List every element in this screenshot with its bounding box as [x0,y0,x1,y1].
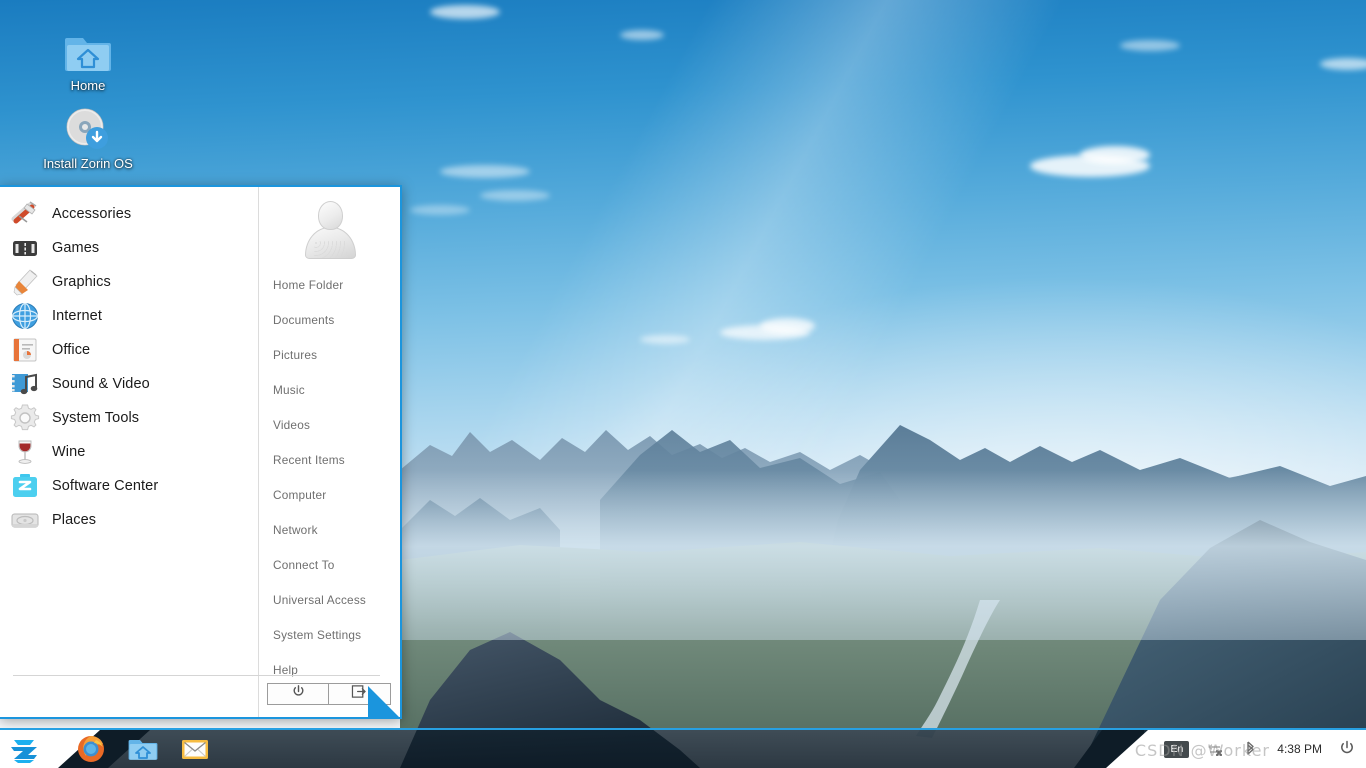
menu-category-internet[interactable]: Internet [0,299,258,333]
place-label: Home Folder [273,277,344,292]
menu-category-label: Wine [52,444,86,460]
menu-category-label: Graphics [52,274,111,290]
gear-icon [10,403,40,433]
place-label: Universal Access [273,592,367,607]
place-item-videos[interactable]: Videos [259,407,400,442]
desktop-icon-install-zorin[interactable]: Install Zorin OS [33,100,143,171]
install-disc-icon [33,100,143,152]
menu-category-office[interactable]: Office [0,333,258,367]
place-label: Videos [273,417,311,432]
zorin-software-icon [10,471,40,501]
place-item-pictures[interactable]: Pictures [259,337,400,372]
zorin-logo-icon [8,738,40,764]
menu-category-label: Software Center [52,478,159,494]
menu-category-wine[interactable]: Wine [0,435,258,469]
swiss-army-knife-icon [10,199,40,229]
place-label: System Settings [273,627,362,642]
menu-category-label: Office [52,342,91,358]
menu-category-label: Internet [52,308,102,324]
launcher-firefox[interactable] [76,734,106,764]
place-item-music[interactable]: Music [259,372,400,407]
home-folder-icon [33,22,143,74]
menu-category-label: Sound & Video [52,376,150,392]
place-label: Music [273,382,305,397]
menu-category-sound-video[interactable]: Sound & Video [0,367,258,401]
taskbar: En 4:38 PM [0,728,1366,768]
menu-category-system-tools[interactable]: System Tools [0,401,258,435]
place-item-connect-to[interactable]: Connect To [259,547,400,582]
launcher-file-manager[interactable] [128,734,158,764]
power-tray-icon[interactable] [1338,739,1358,759]
start-menu-places: Home Folder Documents Pictures Music Vid… [13,187,400,717]
desktop-icon-label: Home [70,78,106,93]
hard-drive-icon [10,505,40,535]
menu-category-places[interactable]: Places [0,503,258,537]
place-item-computer[interactable]: Computer [259,477,400,512]
wine-glass-icon [10,437,40,467]
desktop-icon-home[interactable]: Home [33,22,143,93]
place-label: Computer [273,487,327,502]
menu-category-games[interactable]: Games [0,231,258,265]
desktop-icon-label: Install Zorin OS [43,156,133,171]
menu-category-software-center[interactable]: Software Center [0,469,258,503]
film-music-icon [10,369,40,399]
place-label: Connect To [273,557,335,572]
clock[interactable]: 4:38 PM [1277,742,1322,756]
network-disconnected-icon[interactable] [1205,739,1225,759]
start-menu-categories: Accessories Games Graphics Internet Offi… [0,187,259,717]
paint-brush-icon [10,267,40,297]
place-item-documents[interactable]: Documents [259,302,400,337]
menu-category-accessories[interactable]: Accessories [0,197,258,231]
start-menu[interactable]: Accessories Games Graphics Internet Offi… [0,185,402,719]
user-avatar[interactable] [259,193,400,267]
menu-category-label: System Tools [52,410,140,426]
place-label: Network [273,522,318,537]
taskbar-launchers [76,730,210,768]
place-label: Documents [273,312,335,327]
place-item-recent-items[interactable]: Recent Items [259,442,400,477]
place-item-universal-access[interactable]: Universal Access [259,582,400,617]
keyboard-layout-indicator[interactable]: En [1164,740,1190,758]
user-avatar-icon [302,201,358,259]
document-icon [10,335,40,365]
menu-category-label: Places [52,512,97,528]
power-icon [291,684,306,704]
system-tray: En 4:38 PM [1164,730,1358,768]
globe-network-icon [10,301,40,331]
place-item-system-settings[interactable]: System Settings [259,617,400,652]
shutdown-button[interactable] [267,683,329,705]
footer-divider [13,675,380,676]
menu-category-label: Accessories [52,206,132,222]
place-item-home-folder[interactable]: Home Folder [259,267,400,302]
menu-category-graphics[interactable]: Graphics [0,265,258,299]
bluetooth-icon[interactable] [1241,739,1261,759]
place-item-network[interactable]: Network [259,512,400,547]
menu-corner-cut [368,685,402,719]
logout-icon [351,684,368,704]
launcher-mail[interactable] [180,734,210,764]
gamepad-icon [10,233,40,263]
place-label: Pictures [273,347,318,362]
desktop: Home Install Zorin OS Accessories Games … [0,0,1366,768]
place-label: Recent Items [273,452,345,467]
menu-category-label: Games [52,240,100,256]
